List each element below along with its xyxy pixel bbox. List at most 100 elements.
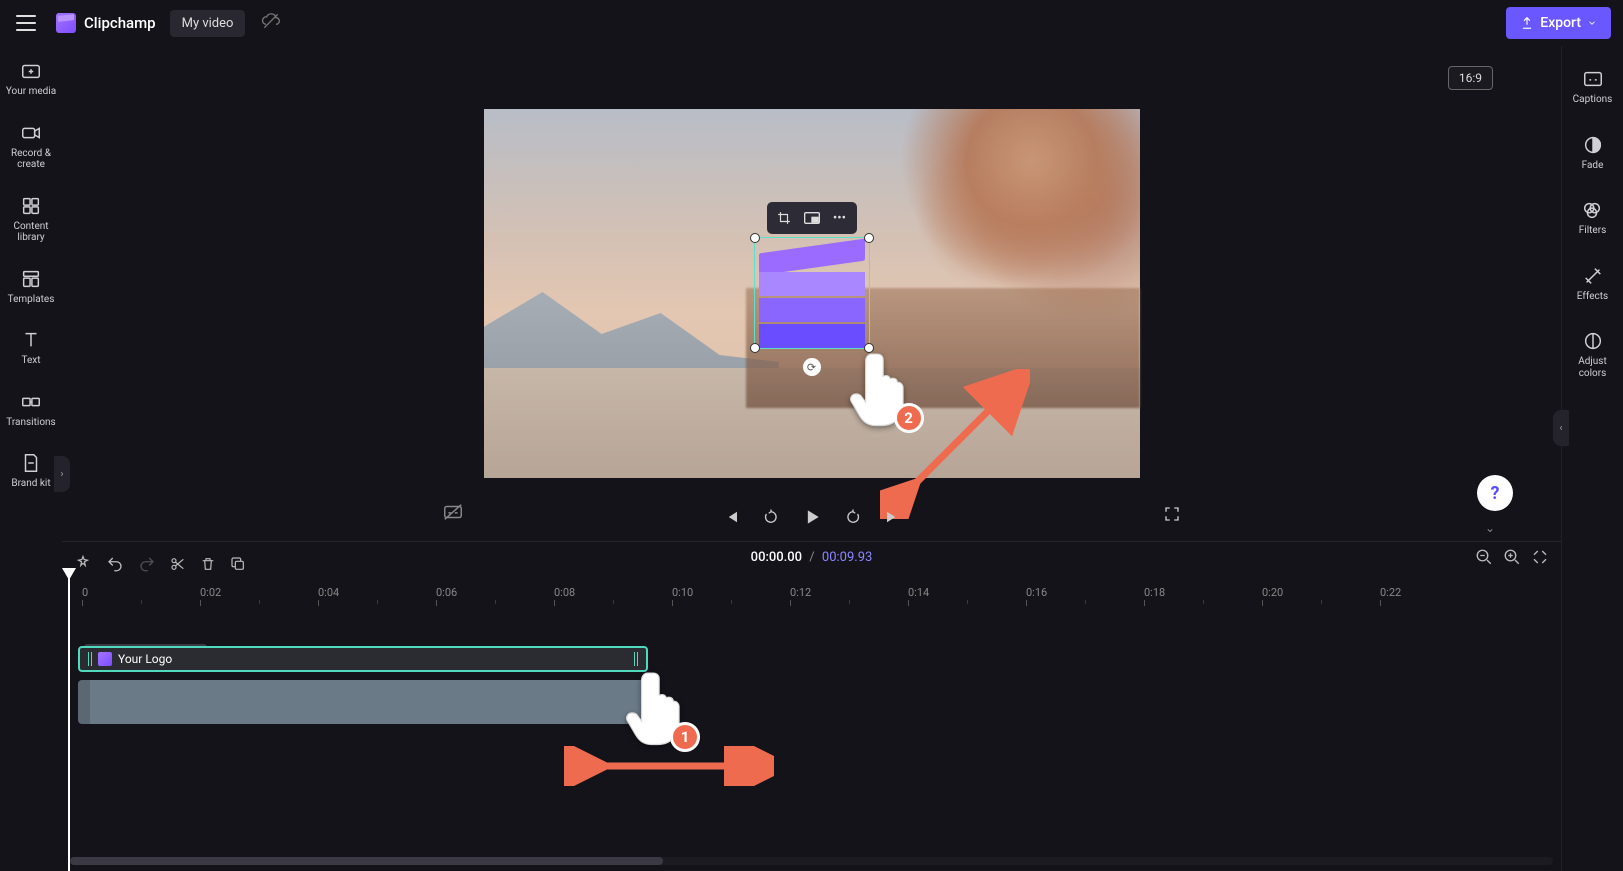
sidebar-item-filters[interactable]: Filters [1577,195,1609,241]
skip-back-button[interactable] [722,508,740,526]
ruler-minor-tick [495,600,496,604]
crop-button[interactable] [771,206,797,230]
play-button[interactable] [802,507,822,527]
selected-overlay[interactable]: ••• ⟳ [754,237,870,349]
app-name: Clipchamp [84,14,156,32]
resize-handle-bl[interactable] [750,343,760,353]
clip-trim-handle-left[interactable] [88,652,92,666]
track-overlay[interactable]: Your Logo [74,646,1549,674]
ruler-minor-tick [1085,600,1086,604]
ruler-tick: 0:22 [1380,586,1401,599]
sidebar-item-fade[interactable]: Fade [1580,130,1606,176]
ruler-minor-tick [731,600,732,604]
zoom-out-button[interactable] [1475,548,1493,570]
ruler-tick: 0:14 [908,586,929,599]
sidebar-item-templates[interactable]: Templates [6,264,57,310]
brandkit-icon [20,452,42,474]
clip-trim-handle-right[interactable] [634,652,638,666]
timeline-scrollbar-thumb[interactable] [70,857,663,865]
sidebar-item-label: Text [21,355,40,367]
captions-toggle-button[interactable] [442,501,464,527]
cloud-sync-icon[interactable] [261,11,281,35]
overlay-more-button[interactable]: ••• [827,206,853,230]
sidebar-item-text[interactable]: Text [18,325,44,371]
app-header: Clipchamp My video Export [0,0,1623,46]
ruler-minor-tick [613,600,614,604]
ruler-tick: 0:16 [1026,586,1047,599]
clip-logo[interactable]: Your Logo [78,646,648,672]
ruler-tick: 0:04 [318,586,339,599]
panel-collapse-button[interactable]: ⌄ [1485,521,1495,535]
sidebar-item-label: Record & create [2,148,60,171]
delete-button[interactable] [200,556,216,572]
zoom-in-button[interactable] [1503,548,1521,570]
fullscreen-button[interactable] [1163,505,1181,527]
text-icon [20,329,42,351]
copy-button[interactable] [230,556,246,572]
preview-zone: 16:9 ••• [62,46,1561,541]
aspect-ratio-button[interactable]: 16:9 [1448,66,1493,90]
clip-thumbnails [78,680,90,724]
timeline-scrollbar[interactable] [70,857,1553,865]
ruler-minor-tick [849,600,850,604]
clip-video[interactable] [78,680,648,724]
sidebar-item-brand-kit[interactable]: Brand kit [9,448,52,494]
magic-button[interactable] [74,555,92,573]
sidebar-item-label: Transitions [6,417,55,429]
sidebar-item-label: Brand kit [11,478,50,490]
templates-icon [20,268,42,290]
preview-canvas[interactable]: ••• ⟳ 2 [484,109,1140,478]
overlay-logo-graphic [759,242,865,344]
track-video[interactable] [74,680,1549,728]
ruler-tick: 0:10 [672,586,693,599]
resize-handle-tl[interactable] [750,233,760,243]
sidebar-item-label: Templates [8,294,55,306]
export-button[interactable]: Export [1506,7,1611,39]
project-name-input[interactable]: My video [170,10,246,37]
transitions-icon [20,391,42,413]
ruler-tick: 0:02 [200,586,221,599]
pip-button[interactable] [799,206,825,230]
sidebar-item-transitions[interactable]: Transitions [4,387,57,433]
ruler-tick: 0:06 [436,586,457,599]
sidebar-item-effects[interactable]: Effects [1575,261,1610,307]
current-time: 00:00.00 [751,550,802,565]
filters-icon [1581,199,1603,221]
rewind-button[interactable] [762,508,780,526]
timeline-panel: 00:00.00 / 00:09.93 00:020:040:060:080:1… [62,541,1561,871]
help-button[interactable]: ? [1477,475,1513,511]
app-logo[interactable]: Clipchamp [56,13,156,33]
sidebar-item-label: Content library [2,221,60,244]
ruler-tick: 0 [82,586,88,599]
ruler-minor-tick [259,600,260,604]
sidebar-item-content-library[interactable]: Content library [0,191,62,248]
sidebar-item-captions[interactable]: Captions [1571,64,1615,110]
clipchamp-icon [56,13,76,33]
zoom-fit-button[interactable] [1531,548,1549,570]
overlay-toolbar: ••• [767,202,857,234]
sidebar-item-your-media[interactable]: Your media [4,56,58,102]
redo-button[interactable] [138,555,156,573]
effects-icon [1582,265,1604,287]
sidebar-item-adjust-colors[interactable]: Adjust colors [1562,326,1623,383]
clip-thumbnail-icon [98,652,112,666]
folder-plus-icon [20,60,42,82]
ruler-minor-tick [141,600,142,604]
annotation-hand-1: 1 [622,666,694,748]
timeline-ruler[interactable]: 00:020:040:060:080:100:120:140:160:180:2… [74,586,1549,610]
resize-handle-tr[interactable] [864,233,874,243]
ruler-minor-tick [1321,600,1322,604]
playhead[interactable] [68,576,70,871]
menu-button[interactable] [12,9,40,37]
annotation-horizontal-arrow [564,746,774,786]
ruler-tick: 0:20 [1262,586,1283,599]
sidebar-item-label: Fade [1582,160,1604,172]
sidebar-item-record-create[interactable]: Record & create [0,118,62,175]
right-sidebar: Captions Fade Filters Effects Adjust col… [1561,46,1623,871]
forward-button[interactable] [844,508,862,526]
rotate-handle[interactable]: ⟳ [803,358,821,376]
split-button[interactable] [170,556,186,572]
skip-forward-button[interactable] [884,508,902,526]
right-sidebar-collapse-handle[interactable]: ‹ [1553,410,1569,446]
undo-button[interactable] [106,555,124,573]
